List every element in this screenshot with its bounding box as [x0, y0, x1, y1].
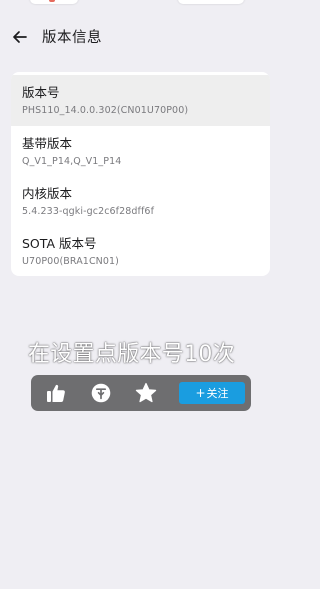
list-item-label: SOTA 版本号 — [22, 236, 97, 251]
list-item-label: 版本号 — [22, 85, 60, 100]
back-arrow-icon — [13, 31, 27, 43]
favorite-button[interactable] — [135, 382, 157, 404]
list-item-value: U70P00(BRA1CN01) — [22, 256, 119, 267]
action-bar: +关注 — [31, 375, 251, 411]
list-item-baseband[interactable]: 基带版本 Q_V1_P14,Q_V1_P14 — [11, 126, 270, 177]
list-item-label: 基带版本 — [22, 136, 73, 151]
page-title: 版本信息 — [42, 30, 102, 46]
list-item-value: Q_V1_P14,Q_V1_P14 — [22, 156, 122, 167]
thumbs-up-icon — [47, 384, 65, 402]
plus-icon: + — [195, 386, 206, 400]
list-item-build-number[interactable]: 版本号 PHS110_14.0.0.302(CN01U70P00) — [11, 75, 270, 126]
notification-pill — [30, 0, 78, 4]
notification-dot — [49, 0, 55, 2]
follow-label: 关注 — [206, 387, 229, 400]
overlay-hint-caption: 在设置点版本号10次 — [28, 342, 235, 367]
follow-button[interactable]: +关注 — [179, 382, 245, 404]
like-button[interactable] — [45, 382, 67, 404]
version-info-card: 版本号 PHS110_14.0.0.302(CN01U70P00) 基带版本 Q… — [11, 72, 270, 276]
list-item-value: 5.4.233-qgki-gc2c6f28dff6f — [22, 206, 155, 217]
page-header: 版本信息 — [0, 24, 280, 52]
status-pill — [178, 0, 244, 4]
back-button[interactable] — [10, 27, 30, 47]
list-item-value: PHS110_14.0.0.302(CN01U70P00) — [22, 105, 189, 116]
list-item-label: 内核版本 — [22, 186, 73, 201]
status-bar-remnant — [0, 0, 280, 6]
coin-icon — [91, 383, 111, 403]
coin-button[interactable] — [90, 382, 112, 404]
star-icon — [135, 382, 157, 403]
list-item-sota[interactable]: SOTA 版本号 U70P00(BRA1CN01) — [11, 226, 270, 276]
list-item-kernel[interactable]: 内核版本 5.4.233-qgki-gc2c6f28dff6f — [11, 176, 270, 227]
